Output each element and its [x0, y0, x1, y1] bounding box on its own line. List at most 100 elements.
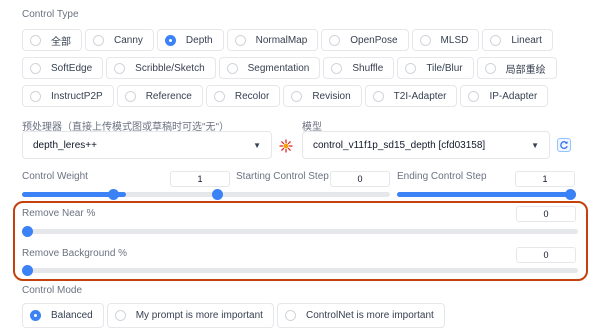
radio-checked-icon: [164, 34, 176, 46]
control-type-option-inpaint[interactable]: 局部重绘: [476, 57, 557, 79]
radio-icon: [468, 90, 480, 102]
control-type-option-shuffle[interactable]: Shuffle: [323, 57, 395, 79]
radio-icon: [331, 62, 343, 74]
remove-near-thumb[interactable]: [22, 226, 33, 237]
control-type-option-openpose[interactable]: OpenPose: [321, 29, 409, 51]
option-label: Depth: [185, 34, 213, 46]
option-label: Tile/Blur: [426, 62, 463, 74]
control-weight-thumb[interactable]: [108, 189, 119, 200]
option-label: Balanced: [51, 310, 93, 321]
radio-icon: [405, 62, 417, 74]
option-label: Revision: [312, 90, 351, 102]
radio-icon: [30, 62, 41, 74]
option-label: T2I-Adapter: [393, 90, 447, 102]
remove-near-label: Remove Near %: [22, 208, 96, 219]
ending-step-label: Ending Control Step: [397, 171, 487, 182]
remove-background-label: Remove Background %: [22, 248, 128, 259]
control-mode-option-prompt[interactable]: My prompt is more important: [106, 303, 274, 328]
remove-near-input[interactable]: 0: [516, 206, 576, 222]
control-mode-option-balanced[interactable]: Balanced: [22, 303, 104, 328]
option-label: Lineart: [511, 34, 542, 46]
control-type-option-lineart[interactable]: Lineart: [482, 29, 553, 51]
radio-icon: [30, 34, 41, 46]
option-label: NormalMap: [255, 34, 308, 46]
model-dropdown[interactable]: control_v11f1p_sd15_depth [cfd03158] ▼: [302, 131, 550, 159]
radio-icon: [114, 62, 126, 74]
option-label: Recolor: [234, 90, 270, 102]
radio-icon: [291, 90, 303, 102]
control-mode-option-controlnet[interactable]: ControlNet is more important: [276, 303, 445, 328]
remove-near-slider[interactable]: [22, 226, 578, 237]
option-label: Reference: [145, 90, 192, 102]
refresh-models-button[interactable]: [557, 138, 571, 152]
radio-icon: [490, 34, 502, 46]
radio-icon: [234, 34, 246, 46]
radio-icon: [93, 34, 104, 46]
control-type-option-all[interactable]: 全部: [22, 29, 82, 51]
chevron-down-icon: ▼: [531, 140, 539, 150]
control-type-option-mlsd[interactable]: MLSD: [411, 29, 480, 51]
radio-checked-icon: [30, 310, 41, 321]
radio-icon: [114, 310, 126, 321]
control-type-option-scribble[interactable]: Scribble/Sketch: [106, 57, 216, 79]
refresh-icon: [560, 141, 568, 149]
control-type-option-softedge[interactable]: SoftEdge: [22, 57, 104, 79]
control-type-option-normalmap[interactable]: NormalMap: [226, 29, 319, 51]
option-label: My prompt is more important: [135, 310, 263, 321]
control-type-option-ip-adapter[interactable]: IP-Adapter: [460, 85, 549, 107]
starting-step-thumb[interactable]: [212, 189, 223, 200]
control-type-option-depth[interactable]: Depth: [156, 29, 224, 51]
control-type-row-1: 全部 Canny Depth NormalMap OpenPose MLSD L…: [22, 29, 553, 51]
option-label: Scribble/Sketch: [135, 62, 205, 74]
ending-step-fill: [397, 192, 576, 197]
remove-background-thumb[interactable]: [22, 265, 33, 276]
radio-icon: [213, 90, 225, 102]
option-label: Canny: [114, 34, 143, 46]
starting-step-input[interactable]: 0: [330, 171, 390, 187]
option-label: InstructP2P: [51, 90, 103, 102]
ending-step-thumb[interactable]: [565, 189, 576, 200]
radio-icon: [372, 90, 384, 102]
model-value: control_v11f1p_sd15_depth [cfd03158]: [313, 139, 486, 151]
control-weight-input[interactable]: 1: [170, 171, 230, 187]
control-weight-slider[interactable]: [22, 189, 230, 200]
chevron-down-icon: ▼: [253, 140, 261, 150]
radio-icon: [30, 90, 41, 102]
ending-step-slider[interactable]: [397, 189, 576, 200]
radio-icon: [419, 34, 431, 46]
ending-step-input[interactable]: 1: [515, 171, 575, 187]
option-label: SoftEdge: [51, 62, 93, 74]
option-label: MLSD: [440, 34, 469, 46]
control-type-row-2: SoftEdge Scribble/Sketch Segmentation Sh…: [22, 57, 557, 79]
starting-step-slider[interactable]: [212, 189, 390, 200]
control-type-option-tile-blur[interactable]: Tile/Blur: [397, 57, 474, 79]
control-type-option-t2i-adapter[interactable]: T2I-Adapter: [364, 85, 458, 107]
control-type-option-revision[interactable]: Revision: [283, 85, 362, 107]
control-type-label: Control Type: [22, 9, 79, 20]
remove-background-slider[interactable]: [22, 265, 578, 276]
option-label: IP-Adapter: [489, 90, 538, 102]
control-type-row-3: InstructP2P Reference Recolor Revision T…: [22, 85, 549, 107]
run-preprocessor-icon[interactable]: [279, 139, 293, 153]
control-type-option-segmentation[interactable]: Segmentation: [218, 57, 321, 79]
radio-icon: [484, 62, 496, 74]
option-label: ControlNet is more important: [305, 310, 434, 321]
preprocessor-dropdown[interactable]: depth_leres++ ▼: [22, 131, 272, 159]
preprocessor-value: depth_leres++: [33, 139, 97, 151]
remove-background-input[interactable]: 0: [516, 247, 576, 263]
starting-step-label: Starting Control Step: [236, 171, 329, 182]
control-type-option-reference[interactable]: Reference: [116, 85, 203, 107]
control-type-option-instructp2p[interactable]: InstructP2P: [22, 85, 114, 107]
control-type-option-recolor[interactable]: Recolor: [205, 85, 281, 107]
radio-icon: [124, 90, 136, 102]
radio-icon: [329, 34, 341, 46]
control-weight-label: Control Weight: [22, 171, 88, 182]
option-label: 全部: [51, 36, 71, 48]
option-label: 局部重绘: [505, 64, 546, 76]
option-label: OpenPose: [350, 34, 398, 46]
control-mode-label: Control Mode: [22, 285, 83, 296]
radio-icon: [226, 62, 238, 74]
control-mode-group: Balanced My prompt is more important Con…: [22, 303, 445, 328]
radio-icon: [284, 310, 296, 321]
control-type-option-canny[interactable]: Canny: [85, 29, 154, 51]
